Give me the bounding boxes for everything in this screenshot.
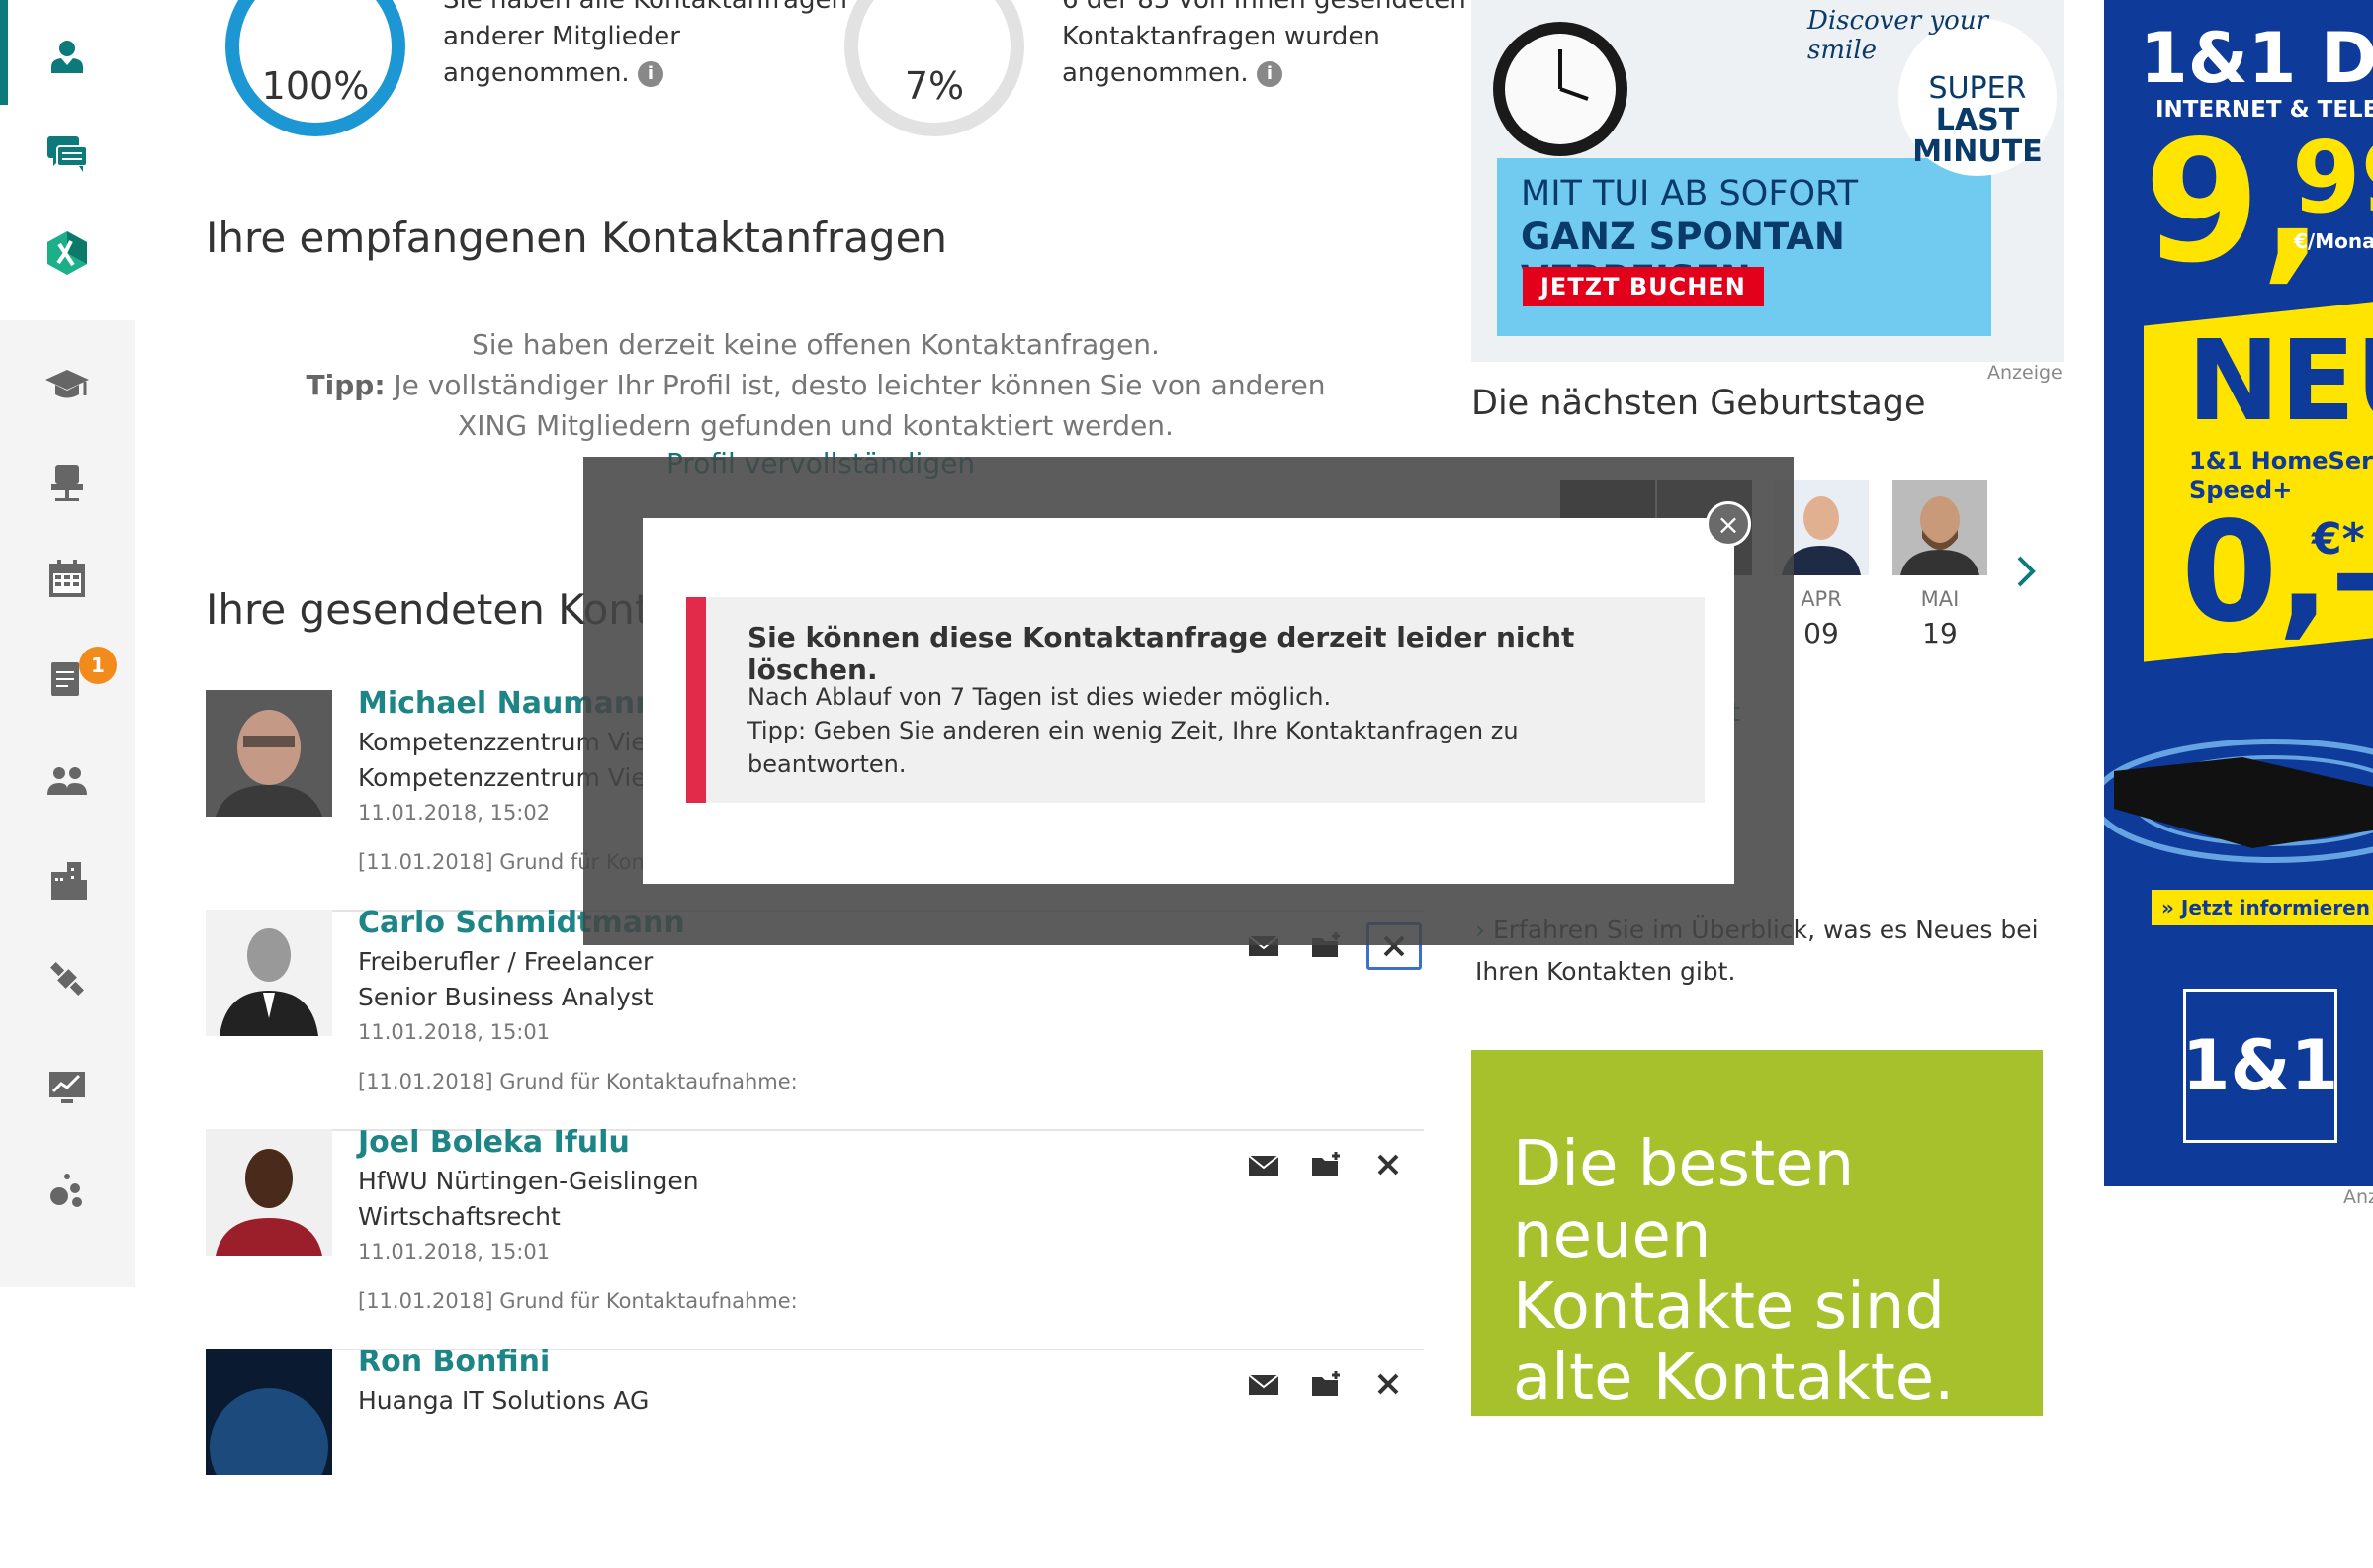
ad-label: Anzeige — [1987, 362, 2063, 384]
xing-icon[interactable] — [42, 227, 93, 279]
tui-line1: MIT TUI AB SOFORT — [1521, 174, 1859, 214]
profile-icon[interactable] — [42, 32, 93, 83]
close-icon[interactable]: × — [1706, 501, 1751, 547]
chevron-right-icon[interactable] — [2013, 552, 2041, 591]
modal-dialog: Sie können diese Kontaktanfrage derzeit … — [643, 518, 1734, 884]
tip-label: Tipp: — [306, 369, 386, 401]
statistics-icon[interactable] — [42, 1062, 93, 1113]
empty-state-text: Sie haben derzeit keine offenen Kontakta… — [472, 328, 1160, 361]
contact-position: Wirtschaftsrecht — [358, 1202, 561, 1231]
alert-body: Nach Ablauf von 7 Tagen ist dies wieder … — [747, 680, 1657, 781]
contact-company: Freiberufler / Freelancer — [358, 947, 654, 976]
tui-badge-line1: SUPER — [1928, 71, 2027, 106]
sent-stat-line3: angenommen. — [1062, 58, 1249, 88]
received-acceptance-ring: 100% — [225, 0, 405, 136]
calendar-icon[interactable] — [42, 554, 93, 605]
oneandone-product-line1: 1&1 HomeServer — [2189, 447, 2373, 475]
received-stat-line3: angenommen. — [443, 58, 630, 88]
received-stat-line1: Sie haben alle Kontaktanfragen — [443, 0, 847, 15]
notification-badge: 1 — [79, 647, 117, 684]
contact-date: 11.01.2018, 15:01 — [358, 1020, 551, 1044]
alert-line1: Nach Ablauf von 7 Tagen ist dies wieder … — [747, 683, 1332, 711]
oneandone-neu: NEU — [2187, 317, 2373, 446]
more-apps-icon[interactable] — [42, 1165, 93, 1216]
oneandone-price-unit: €/Monat — [2294, 229, 2373, 253]
sent-percent: 7% — [904, 64, 965, 108]
tui-badge: SUPER LAST MINUTE — [1898, 73, 2057, 168]
alert-line2: Tipp: Geben Sie anderen ein wenig Zeit, … — [747, 717, 1519, 778]
sent-stat-text: 6 der 85 von Ihnen gesendeten Kontaktanf… — [1062, 0, 1466, 92]
received-percent: 100% — [261, 64, 370, 108]
contact-actions — [1242, 1145, 1430, 1184]
sent-acceptance-ring: 7% — [844, 0, 1024, 136]
promo-text: Die besten neuen Kontakte sind alte Kont… — [1513, 1128, 1955, 1415]
contact-company: HfWU Nürtingen-Geislingen — [358, 1167, 699, 1195]
sent-stat-line2: Kontaktanfragen wurden — [1062, 22, 1380, 51]
contact-photo[interactable] — [206, 1349, 332, 1475]
contact-reason: [11.01.2018] Grund für Kontaktaufnahme: — [358, 1070, 798, 1093]
oneandone-zero-symbol: €* — [2312, 514, 2365, 565]
groups-icon[interactable] — [42, 755, 93, 807]
sidebar-active-indicator — [0, 0, 8, 105]
education-icon[interactable] — [42, 360, 93, 411]
projobs-satellite-icon[interactable] — [42, 953, 93, 1004]
received-stat-text: Sie haben alle Kontaktanfragen anderer M… — [443, 0, 847, 92]
contact-date: 11.01.2018, 15:02 — [358, 801, 551, 825]
oneandone-advertisement[interactable]: 1&1 DSL INTERNET & TELEFON 9, 99 €/Monat… — [2104, 0, 2373, 1186]
ad-label: Anz — [2343, 1186, 2373, 1208]
jobs-chair-icon[interactable] — [42, 457, 93, 508]
tui-badge-line3: MINUTE — [1912, 134, 2043, 169]
tui-cta-button[interactable]: JETZT BUCHEN — [1523, 267, 1764, 306]
contact-actions — [1242, 1364, 1430, 1404]
oneandone-brand: 1&1 DSL — [2140, 18, 2373, 99]
tui-tagline: Discover your smile — [1807, 6, 1989, 65]
add-to-folder-icon[interactable] — [1305, 1364, 1349, 1404]
delete-icon[interactable] — [1366, 1364, 1410, 1404]
add-to-folder-icon[interactable] — [1305, 1145, 1349, 1184]
contact-name[interactable]: Joel Boleka Ifulu — [358, 1125, 630, 1160]
companies-icon[interactable] — [42, 854, 93, 906]
info-icon[interactable]: i — [637, 60, 663, 87]
oneandone-cta-button[interactable]: » Jetzt informieren — [2152, 890, 2373, 925]
sent-stat-line1: 6 der 85 von Ihnen gesendeten — [1062, 0, 1466, 15]
contact-reason: [11.01.2018] Grund für Kontaktaufnahme: — [358, 1289, 798, 1313]
delete-icon[interactable] — [1366, 1145, 1410, 1184]
contact-row: Ron Bonfini Huanga IT Solutions AG — [206, 1345, 1424, 1568]
contact-date: 11.01.2018, 15:01 — [358, 1240, 551, 1263]
messages-icon[interactable] — [42, 129, 93, 180]
birthday-month: MAI — [1920, 587, 1960, 611]
info-icon[interactable]: i — [1256, 60, 1282, 87]
oneandone-logo: 1&1 — [2182, 989, 2338, 1143]
empty-state: Sie haben derzeit keine offenen Kontakta… — [287, 324, 1345, 446]
contact-photo[interactable] — [206, 910, 332, 1036]
tui-advertisement[interactable]: Discover your smile SUPER LAST MINUTE MI… — [1471, 0, 2064, 362]
contact-company: Huanga IT Solutions AG — [358, 1386, 650, 1415]
birthday-day: 19 — [1922, 617, 1958, 650]
contact-row: Joel Boleka Ifulu HfWU Nürtingen-Geislin… — [206, 1125, 1424, 1350]
received-stat-line2: anderer Mitglieder — [443, 22, 680, 51]
tip-text: Je vollständiger Ihr Profil ist, desto l… — [394, 369, 1326, 442]
contact-photo[interactable] — [206, 690, 332, 817]
error-alert: Sie können diese Kontaktanfrage derzeit … — [686, 597, 1705, 803]
received-section-title: Ihre empfangenen Kontaktanfragen — [206, 214, 948, 262]
message-icon[interactable] — [1242, 1145, 1285, 1184]
tui-badge-line2: LAST — [1935, 103, 2020, 137]
contact-photo[interactable] — [206, 1129, 332, 1256]
message-icon[interactable] — [1242, 1364, 1285, 1404]
contact-position: Senior Business Analyst — [358, 983, 654, 1011]
contact-name[interactable]: Ron Bonfini — [358, 1345, 550, 1379]
birthday-photo[interactable] — [1892, 480, 1987, 575]
promo-box[interactable]: Die besten neuen Kontakte sind alte Kont… — [1471, 1050, 2043, 1416]
router-image — [2104, 739, 2373, 863]
alert-title: Sie können diese Kontaktanfrage derzeit … — [747, 621, 1575, 686]
birthdays-title: Die nächsten Geburtstage — [1471, 384, 1926, 423]
oneandone-price-cents: 99 — [2292, 120, 2373, 235]
